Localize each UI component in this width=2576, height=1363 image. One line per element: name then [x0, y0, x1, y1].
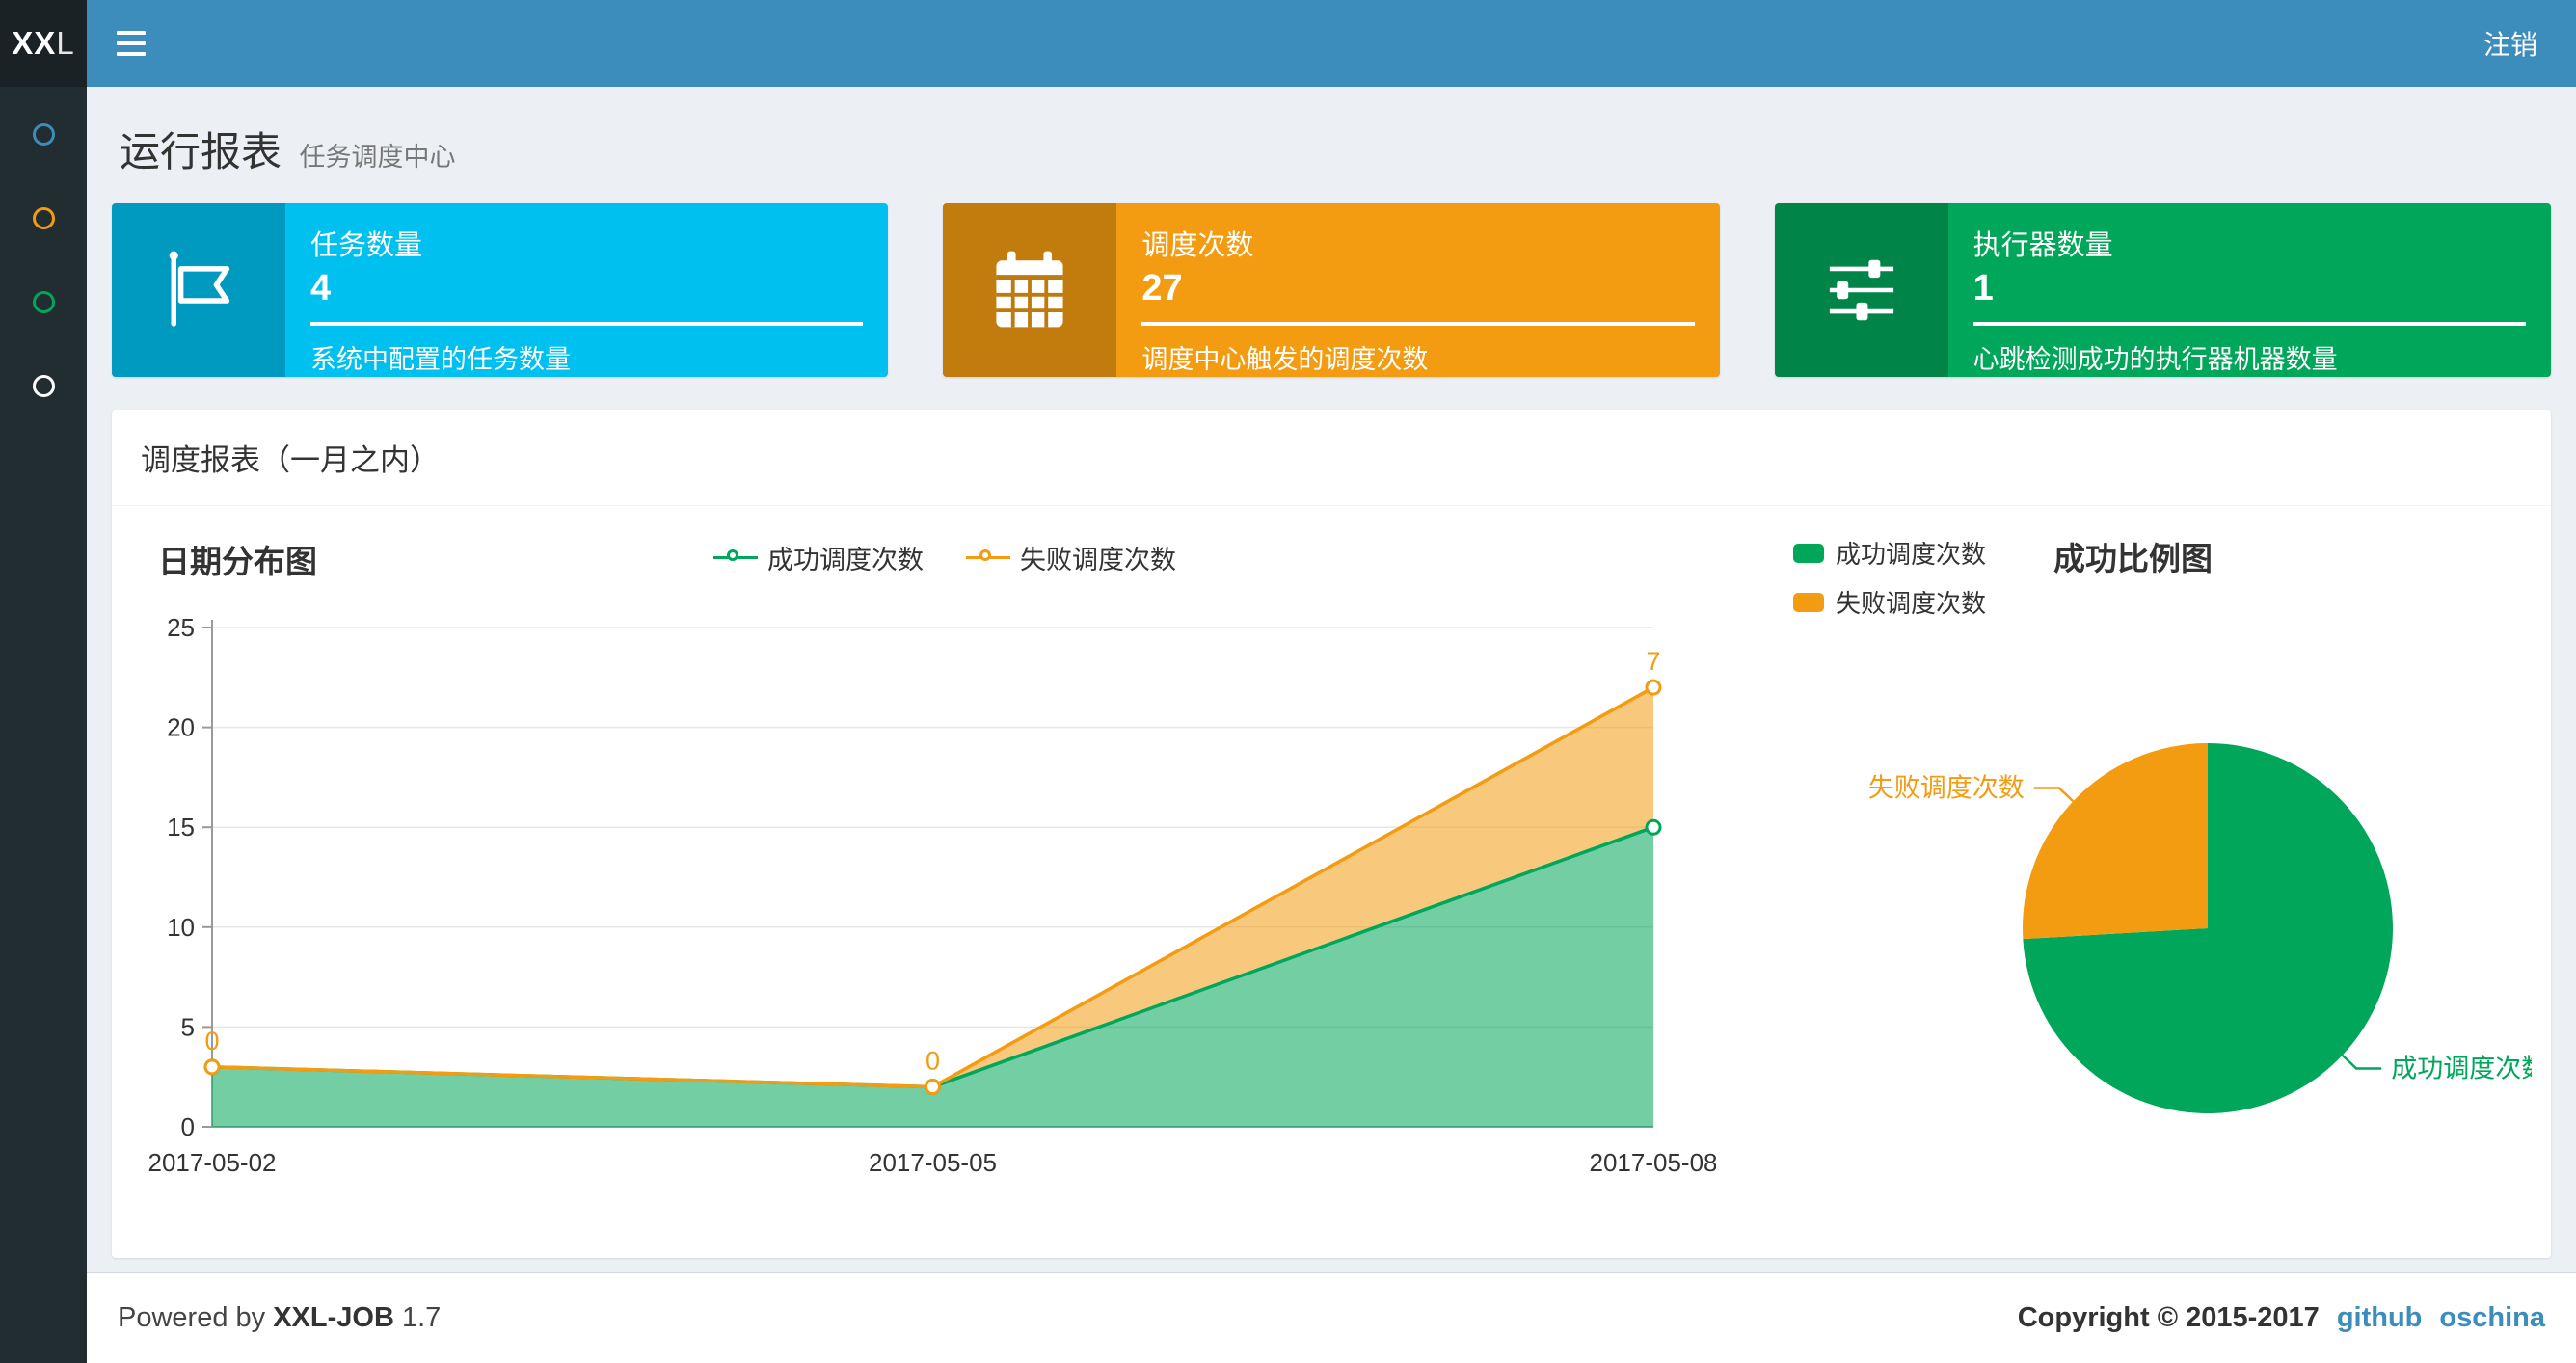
info-box-content: 调度次数 27 调度中心触发的调度次数: [1116, 203, 1719, 377]
svg-text:成功调度次数: 成功调度次数: [2391, 1054, 2532, 1082]
info-box-progress: [310, 322, 864, 326]
legend-line-marker-icon: [713, 548, 758, 568]
powered-by-text: Powered by XXL-JOB 1.7: [118, 1302, 442, 1333]
info-box-description: 系统中配置的任务数量: [310, 345, 571, 374]
svg-text:0: 0: [181, 1112, 195, 1141]
flag-icon: [169, 251, 230, 327]
sidebar-menu-icon[interactable]: [32, 291, 55, 313]
info-box-content: 任务数量 4 系统中配置的任务数量: [285, 203, 888, 377]
pie-chart-legend: 成功调度次数 失败调度次数: [1793, 535, 1986, 620]
svg-text:10: 10: [167, 913, 195, 942]
github-link[interactable]: github: [2337, 1302, 2423, 1334]
page-header: 运行报表 任务调度中心: [112, 108, 2551, 203]
footer-right: Copyright © 2015-2017 github oschina: [2018, 1302, 2545, 1334]
date-distribution-chart-block: 日期分布图 成功调度次数 失败调度次数 0 5 10 15 20 25 2017-05-02…: [135, 531, 1755, 1204]
svg-text:7: 7: [1646, 647, 1660, 676]
info-box-label: 调度次数: [1141, 230, 1254, 261]
panel-body: 日期分布图 成功调度次数 失败调度次数 0 5 10 15 20 25 2017-05-02…: [112, 506, 2551, 1258]
legend-label: 失败调度次数: [1020, 546, 1176, 575]
info-box-label: 执行器数量: [1972, 230, 2113, 261]
success-ratio-chart-block: 成功调度次数 失败调度次数 成功比例图 成功调度次数失败调度次数: [1755, 531, 2532, 1204]
logo-thin-text: L: [56, 25, 75, 61]
calendar-icon: [996, 251, 1063, 328]
info-box-icon-area: [1774, 203, 1948, 377]
line-chart-title: 日期分布图: [158, 544, 317, 579]
sidebar-toggle-button[interactable]: [87, 0, 175, 87]
svg-text:25: 25: [167, 613, 195, 642]
info-box-value: 27: [1141, 268, 1183, 308]
svg-text:0: 0: [204, 1027, 219, 1056]
svg-text:2017-05-05: 2017-05-05: [869, 1148, 997, 1177]
legend-line-marker-icon: [966, 548, 1010, 568]
pie-legend-swatch: [1793, 592, 1824, 612]
copyright-text: Copyright © 2015-2017: [2017, 1302, 2320, 1333]
line-chart-head: 日期分布图 成功调度次数 失败调度次数: [135, 531, 1755, 587]
svg-text:20: 20: [167, 713, 195, 742]
success-ratio-chart: 成功调度次数 失败调度次数: [1868, 743, 2532, 1113]
main-header: XX L 注销: [0, 0, 2576, 87]
sidebar-menu-icon[interactable]: [32, 207, 55, 229]
pie-legend-item[interactable]: 失败调度次数: [1793, 584, 1986, 620]
content-wrapper: 运行报表 任务调度中心 任务数量 4 系统中配置的任务数量 调度次数 27 调度…: [87, 87, 2576, 1272]
page-title: 运行报表: [120, 129, 282, 174]
info-box-description: 调度中心触发的调度次数: [1141, 345, 1429, 374]
info-box-row: 任务数量 4 系统中配置的任务数量 调度次数 27 调度中心触发的调度次数 执行…: [112, 203, 2551, 377]
logo-bold-text: XX: [12, 25, 57, 61]
info-box-value: 4: [310, 268, 332, 308]
info-box: 执行器数量 1 心跳检测成功的执行器机器数量: [1774, 203, 2551, 377]
legend-label: 成功调度次数: [1836, 540, 1987, 569]
sidebar-menu-icon[interactable]: [32, 375, 55, 397]
info-box-label: 任务数量: [310, 230, 423, 261]
legend-label: 成功调度次数: [767, 546, 924, 575]
svg-text:2017-05-08: 2017-05-08: [1590, 1148, 1717, 1177]
legend-label: 失败调度次数: [1836, 589, 1987, 618]
sidebar: [0, 87, 87, 1363]
panel-title: 调度报表（一月之内）: [112, 410, 2551, 506]
info-box-progress: [1141, 322, 1695, 326]
app-logo[interactable]: XX L: [0, 0, 87, 87]
svg-text:15: 15: [167, 813, 195, 842]
schedule-report-panel: 调度报表（一月之内） 日期分布图 成功调度次数 失败调度次数 0 5 10 15…: [112, 410, 2551, 1258]
line-chart-legend: 成功调度次数 失败调度次数: [135, 539, 1755, 576]
hamburger-icon: [117, 31, 146, 35]
info-box-progress: [1972, 322, 2526, 326]
svg-text:5: 5: [181, 1012, 195, 1041]
oschina-link[interactable]: oschina: [2439, 1302, 2545, 1334]
pie-chart-title: 成功比例图: [2053, 541, 2214, 576]
logout-link[interactable]: 注销: [2480, 14, 2541, 72]
svg-text:2017-05-02: 2017-05-02: [148, 1148, 277, 1177]
line-legend-item[interactable]: 成功调度次数: [713, 539, 924, 576]
brand-version: 1.7: [401, 1302, 442, 1333]
info-box-icon-area: [943, 203, 1117, 377]
top-navbar: 注销: [87, 0, 2576, 87]
svg-text:0: 0: [926, 1047, 940, 1076]
info-box-description: 心跳检测成功的执行器机器数量: [1972, 345, 2338, 374]
pie-chart-head: 成功调度次数 失败调度次数 成功比例图: [1793, 531, 2532, 620]
main-footer: Powered by XXL-JOB 1.7 Copyright © 2015-…: [87, 1272, 2576, 1363]
brand-name: XXL-JOB: [273, 1302, 394, 1333]
info-box-value: 1: [1972, 268, 1994, 308]
info-box: 任务数量 4 系统中配置的任务数量: [112, 203, 889, 377]
info-box: 调度次数 27 调度中心触发的调度次数: [943, 203, 1720, 377]
date-distribution-chart: 05101520252017-05-02 2017-05-05 2017-05-08…: [148, 613, 1717, 1177]
info-box-content: 执行器数量 1 心跳检测成功的执行器机器数量: [1948, 203, 2551, 377]
sidebar-menu-icon[interactable]: [32, 123, 55, 146]
page-subtitle: 任务调度中心: [299, 143, 456, 172]
sliders-icon: [1829, 259, 1893, 321]
svg-text:失败调度次数: 失败调度次数: [1868, 774, 2025, 803]
info-box-icon-area: [112, 203, 285, 377]
pie-legend-swatch: [1793, 543, 1824, 563]
line-legend-item[interactable]: 失败调度次数: [966, 539, 1176, 576]
pie-legend-item[interactable]: 成功调度次数: [1793, 535, 1986, 571]
